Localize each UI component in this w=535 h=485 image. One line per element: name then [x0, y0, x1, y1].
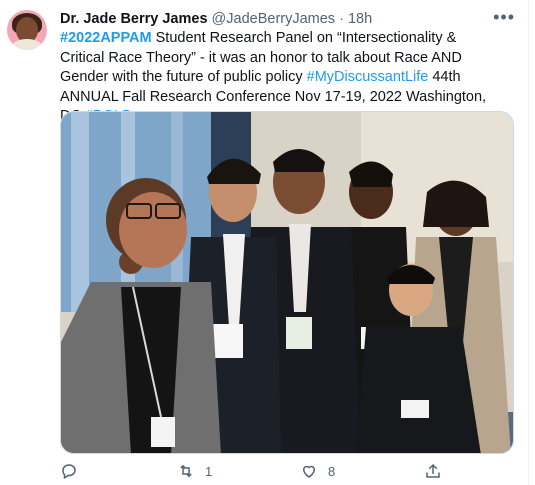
- hashtag-link[interactable]: #MyDiscussantLife: [307, 69, 429, 85]
- hashtag-link[interactable]: #2022APPAM: [60, 30, 152, 46]
- retweet-icon: [180, 464, 192, 478]
- share-icon: [426, 463, 440, 478]
- tweet-actions: 1 8: [60, 462, 500, 482]
- share-button[interactable]: [424, 462, 452, 480]
- photo-illustration: [61, 112, 513, 453]
- like-button[interactable]: 8: [300, 462, 335, 480]
- reply-icon: [62, 464, 76, 480]
- author-name[interactable]: Dr. Jade Berry James: [60, 11, 208, 27]
- avatar-shirt: [11, 39, 43, 50]
- group-selfie-photo[interactable]: [60, 111, 514, 454]
- heart-icon: [302, 465, 316, 478]
- avatar[interactable]: [7, 10, 47, 50]
- tweet[interactable]: Dr. Jade Berry James @JadeBerryJames · 1…: [0, 0, 535, 485]
- timestamp[interactable]: 18h: [348, 11, 372, 27]
- separator: ·: [339, 11, 344, 27]
- author-handle[interactable]: @JadeBerryJames: [212, 11, 336, 27]
- divider: [528, 0, 529, 485]
- more-horizontal-icon[interactable]: •••: [493, 7, 515, 28]
- retweet-button[interactable]: 1: [177, 462, 212, 480]
- retweet-count: 1: [205, 463, 213, 479]
- like-count: 8: [328, 463, 336, 479]
- reply-button[interactable]: [60, 462, 88, 480]
- tweet-header: Dr. Jade Berry James @JadeBerryJames · 1…: [60, 11, 372, 27]
